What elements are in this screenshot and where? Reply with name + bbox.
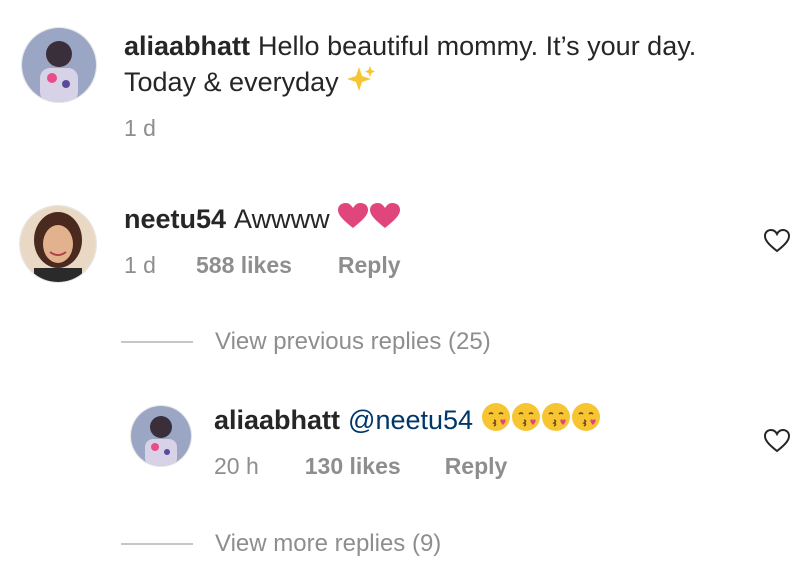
likes-count[interactable]: 130 likes xyxy=(305,453,401,480)
view-previous-replies[interactable]: View previous replies (25) xyxy=(121,328,491,356)
avatar-image-neetu54 xyxy=(20,206,96,282)
timestamp: 1 d xyxy=(124,115,156,141)
likes-count[interactable]: 588 likes xyxy=(196,252,292,279)
reply-button[interactable]: Reply xyxy=(445,453,508,480)
avatar-image-aliaabhatt xyxy=(22,28,96,102)
pink-heart-icon xyxy=(337,202,369,239)
view-more-replies-label: View more replies (9) xyxy=(215,530,442,557)
avatar[interactable] xyxy=(19,205,97,283)
kissing-face-icon xyxy=(571,402,601,441)
mention-link[interactable]: @neetu54 xyxy=(348,405,473,435)
sparkles-icon xyxy=(346,64,376,103)
avatar[interactable] xyxy=(21,27,97,103)
avatar[interactable] xyxy=(130,405,192,467)
timestamp: 20 h xyxy=(214,453,259,479)
comment-text: aliaabhatt Hello beautiful mommy. It’s yo… xyxy=(124,28,774,103)
reply-text: aliaabhatt @neetu54 xyxy=(214,402,734,441)
username[interactable]: aliaabhatt xyxy=(214,405,340,435)
kissing-face-icon xyxy=(481,402,511,441)
kissing-face-icon xyxy=(541,402,571,441)
kissing-face-icon xyxy=(511,402,541,441)
reply-button[interactable]: Reply xyxy=(338,252,401,279)
username[interactable]: neetu54 xyxy=(124,204,226,234)
view-more-replies[interactable]: View more replies (9) xyxy=(121,530,441,558)
comment-body-line2: Today & everyday xyxy=(124,67,339,97)
comment-meta: 1 d xyxy=(124,115,156,142)
reply-meta: 20 h 130 likes Reply xyxy=(214,453,507,480)
thread-divider xyxy=(121,543,193,545)
thread-divider xyxy=(121,341,193,343)
heart-outline-icon[interactable] xyxy=(763,228,791,254)
comment-meta: 1 d 588 likes Reply xyxy=(124,252,401,279)
pink-heart-icon xyxy=(369,202,401,239)
username[interactable]: aliaabhatt xyxy=(124,31,250,61)
timestamp: 1 d xyxy=(124,252,156,278)
view-previous-replies-label: View previous replies (25) xyxy=(215,328,491,355)
heart-outline-icon[interactable] xyxy=(763,428,791,454)
avatar-image-aliaabhatt xyxy=(131,406,191,466)
comment-body: Awwww xyxy=(234,204,330,234)
comment-text: neetu54 Awwww xyxy=(124,201,724,239)
comment-body-line1: Hello beautiful mommy. It’s your day. xyxy=(258,31,697,61)
